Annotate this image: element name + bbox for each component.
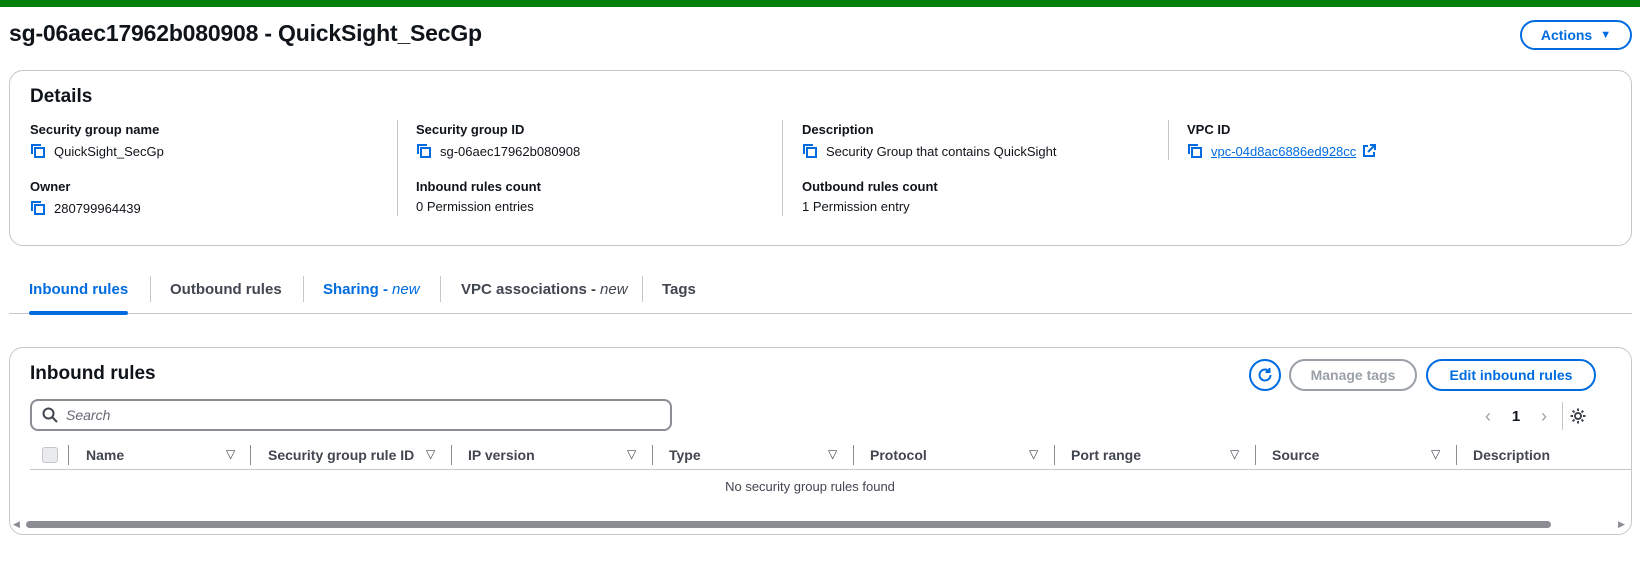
tab-tags[interactable]: Tags — [662, 264, 696, 314]
vpc-id-label: VPC ID — [1187, 122, 1231, 137]
column-divider — [782, 120, 783, 216]
search-field[interactable] — [30, 399, 672, 431]
scroll-right-icon[interactable]: ▶ — [1618, 519, 1625, 530]
table-header: Name ▽ Security group rule ID ▽ IP versi… — [30, 440, 1632, 470]
column-separator — [68, 445, 69, 465]
column-separator — [853, 445, 854, 465]
column-separator — [1054, 445, 1055, 465]
tab-sharing[interactable]: Sharing - new — [323, 264, 420, 314]
tab-separator — [150, 276, 151, 302]
pager-separator — [1562, 402, 1563, 430]
tab-bar: Inbound rules Outbound rules Sharing - ne… — [9, 264, 1632, 315]
security-group-id-label: Security group ID — [416, 122, 525, 137]
column-separator — [451, 445, 452, 465]
column-divider — [1168, 120, 1169, 160]
details-panel: Details Security group name QuickSight_S… — [9, 70, 1632, 246]
tab-label: Sharing - — [323, 280, 389, 298]
outbound-rules-count-value: 1 Permission entry — [802, 199, 910, 214]
security-group-name-value: QuickSight_SecGp — [54, 143, 164, 159]
sort-down-icon[interactable]: ▽ — [627, 447, 636, 461]
actions-button[interactable]: Actions ▼ — [1520, 20, 1632, 50]
inbound-rules-heading: Inbound rules — [30, 363, 156, 384]
tab-label: Tags — [662, 280, 696, 298]
refresh-icon — [1258, 368, 1272, 382]
description-value: Security Group that contains QuickSight — [826, 143, 1057, 159]
gear-icon[interactable] — [1569, 407, 1587, 425]
vpc-id-link[interactable]: vpc-04d8ac6886ed928cc — [1211, 144, 1356, 159]
description-field: Description Security Group that contains… — [802, 122, 1057, 159]
description-label: Description — [802, 122, 874, 137]
new-badge: new — [600, 280, 628, 298]
actions-button-label: Actions — [1540, 27, 1593, 43]
security-group-name-field: Security group name QuickSight_SecGp — [30, 122, 164, 159]
column-header-port-range[interactable]: Port range — [1071, 440, 1141, 470]
owner-field: Owner 280799964439 — [30, 179, 141, 216]
page-number[interactable]: 1 — [1500, 408, 1532, 425]
column-separator — [250, 445, 251, 465]
security-group-id-field: Security group ID sg-06aec17962b080908 — [416, 122, 580, 159]
search-input[interactable] — [66, 407, 646, 423]
column-separator — [652, 445, 653, 465]
new-badge: new — [392, 280, 420, 298]
column-header-description[interactable]: Description — [1473, 440, 1550, 470]
empty-state-message: No security group rules found — [725, 479, 895, 494]
pagination: ‹ 1 › — [1476, 401, 1616, 431]
column-header-source[interactable]: Source — [1272, 440, 1319, 470]
inbound-rules-count-value: 0 Permission entries — [416, 199, 534, 214]
external-link-icon[interactable] — [1362, 144, 1377, 158]
column-divider — [397, 120, 398, 216]
tab-outbound-rules[interactable]: Outbound rules — [170, 264, 282, 314]
outbound-rules-count-label: Outbound rules count — [802, 179, 938, 194]
success-flash-bar — [0, 0, 1640, 7]
copy-icon[interactable] — [30, 143, 46, 159]
column-separator — [1456, 445, 1457, 465]
column-header-protocol[interactable]: Protocol — [870, 440, 927, 470]
horizontal-scrollbar[interactable]: ◀ ▶ — [10, 518, 1630, 530]
search-icon — [42, 407, 58, 423]
column-header-type[interactable]: Type — [669, 440, 701, 470]
edit-inbound-rules-button[interactable]: Edit inbound rules — [1426, 359, 1596, 391]
column-header-name[interactable]: Name — [86, 440, 124, 470]
sort-down-icon[interactable]: ▽ — [1230, 447, 1239, 461]
details-heading: Details — [30, 86, 93, 107]
vpc-id-field: VPC ID vpc-04d8ac6886ed928cc — [1187, 122, 1377, 159]
security-group-name-label: Security group name — [30, 122, 160, 137]
sort-down-icon[interactable]: ▽ — [1029, 447, 1038, 461]
sort-down-icon[interactable]: ▽ — [226, 447, 235, 461]
sort-down-icon[interactable]: ▽ — [1431, 447, 1440, 461]
scrollbar-thumb[interactable] — [26, 521, 1551, 528]
tab-label: Outbound rules — [170, 280, 282, 298]
select-all-checkbox — [42, 447, 58, 463]
page-title: sg-06aec17962b080908 - QuickSight_SecGp — [9, 20, 482, 46]
tab-label: VPC associations - — [461, 280, 597, 298]
tab-label: Inbound rules — [29, 280, 129, 298]
copy-icon[interactable] — [30, 200, 46, 216]
copy-icon[interactable] — [802, 143, 818, 159]
owner-value: 280799964439 — [54, 200, 141, 216]
scroll-left-icon[interactable]: ◀ — [13, 519, 20, 530]
chevron-left-icon[interactable]: ‹ — [1476, 406, 1500, 427]
manage-tags-button[interactable]: Manage tags — [1289, 359, 1417, 391]
tab-vpc-associations[interactable]: VPC associations - new — [461, 264, 628, 314]
tab-separator — [642, 276, 643, 302]
inbound-rules-count-field: Inbound rules count 0 Permission entries — [416, 179, 541, 214]
sort-down-icon[interactable]: ▽ — [828, 447, 837, 461]
security-group-id-value: sg-06aec17962b080908 — [440, 143, 581, 159]
outbound-rules-count-field: Outbound rules count 1 Permission entry — [802, 179, 938, 214]
sort-down-icon[interactable]: ▽ — [426, 447, 435, 461]
refresh-button[interactable] — [1249, 359, 1281, 391]
caret-down-icon: ▼ — [1600, 28, 1612, 41]
tab-inbound-rules[interactable]: Inbound rules — [29, 264, 129, 315]
tab-separator — [440, 276, 441, 302]
copy-icon[interactable] — [416, 143, 432, 159]
column-header-rule-id[interactable]: Security group rule ID — [268, 440, 414, 470]
inbound-rules-count-label: Inbound rules count — [416, 179, 541, 194]
copy-icon[interactable] — [1187, 143, 1203, 159]
column-separator — [1255, 445, 1256, 465]
chevron-right-icon[interactable]: › — [1532, 406, 1556, 427]
tab-separator — [303, 276, 304, 302]
owner-label: Owner — [30, 179, 71, 194]
column-header-ip-version[interactable]: IP version — [468, 440, 535, 470]
